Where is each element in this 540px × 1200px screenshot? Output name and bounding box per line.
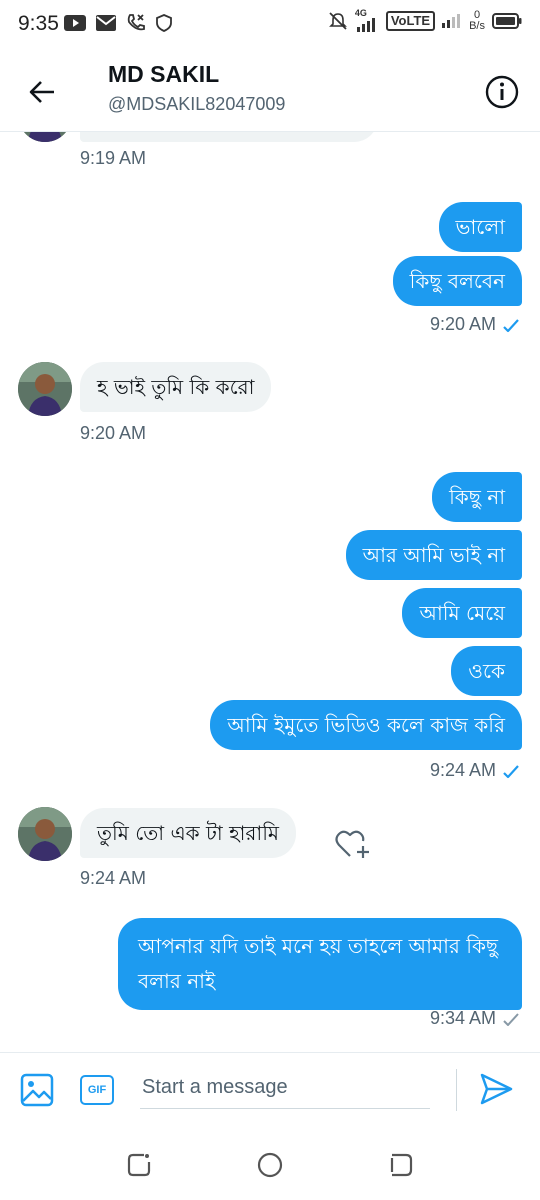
signal-bars-icon	[356, 18, 375, 32]
seen-check-icon	[503, 319, 519, 333]
home-button[interactable]	[255, 1150, 285, 1180]
status-bar: 9:35 4G VoLTE 0 B/s	[0, 0, 540, 50]
composer-divider	[456, 1069, 457, 1111]
avatar[interactable]	[18, 362, 72, 416]
gif-button[interactable]: GIF	[80, 1075, 114, 1105]
info-icon	[485, 75, 519, 109]
image-icon	[20, 1073, 54, 1107]
message-bubble-outgoing[interactable]: ভালো	[438, 202, 522, 252]
youtube-icon	[64, 15, 86, 31]
message-timestamp: 9:24 AM	[429, 760, 496, 780]
recent-apps-icon	[127, 1153, 151, 1177]
system-icons: 4G VoLTE 0 B/s	[328, 8, 522, 32]
speed-unit: B/s	[469, 20, 485, 32]
message-bubble-outgoing[interactable]: আর আমি ভাই না	[345, 530, 522, 580]
status-time: 9:35	[18, 12, 59, 35]
message-bubble-outgoing[interactable]: কিছু বলবেন	[392, 256, 522, 306]
system-navigation-bar	[0, 1128, 540, 1200]
message-bubble-incoming[interactable]: তুমি তো এক টা হারামি	[80, 808, 297, 858]
heart-plus-icon[interactable]	[334, 828, 372, 860]
mute-icon	[328, 12, 347, 30]
message-timestamp: 9:20 AM	[429, 314, 496, 334]
media-button[interactable]	[20, 1073, 54, 1107]
contact-name[interactable]: MD SAKIL	[108, 61, 219, 88]
seen-check-icon	[503, 765, 519, 779]
signal-4g: 4G	[354, 8, 379, 32]
volte-badge: VoLTE	[385, 11, 436, 31]
shield-icon	[156, 14, 172, 32]
message-bubble-incoming[interactable]: হ ভাই তুমি কি করো	[80, 362, 272, 412]
message-composer: GIF	[0, 1052, 540, 1128]
message-timestamp: 9:24 AM	[80, 868, 147, 888]
message-bubble-outgoing[interactable]: আপনার য়দি তাই মনে হয় তাহলে আমার কিছু ব…	[118, 918, 522, 1010]
message-timestamp: 9:34 AM	[429, 1008, 496, 1028]
send-button[interactable]	[478, 1071, 518, 1111]
info-button[interactable]	[482, 72, 522, 112]
message-timestamp: 9:20 AM	[80, 423, 147, 443]
message-bubble-outgoing[interactable]: ওকে	[451, 646, 522, 696]
message-bubble-outgoing[interactable]: কিছু না	[432, 472, 522, 522]
home-icon	[257, 1152, 283, 1178]
message-bubble-outgoing[interactable]: আমি ইমুতে ভিডিও কলে কাজ করি	[210, 700, 522, 750]
send-icon	[480, 1073, 513, 1105]
mail-icon	[96, 15, 116, 31]
sent-check-icon	[503, 1013, 519, 1026]
message-input[interactable]	[140, 1067, 430, 1109]
signal-bars-2-icon	[442, 14, 461, 28]
back-nav-button[interactable]	[386, 1150, 416, 1180]
message-timestamp: 9:19 AM	[80, 148, 147, 168]
message-list[interactable]: 9:19 AM ভালো কিছু বলবেন 9:20 AM হ ভাই তু…	[0, 132, 540, 1052]
missed-call-icon	[127, 14, 145, 31]
avatar[interactable]	[18, 132, 72, 142]
battery-icon	[492, 13, 522, 29]
back-nav-icon	[390, 1153, 413, 1177]
arrow-left-icon	[29, 81, 54, 103]
network-type: 4G	[354, 8, 367, 18]
recent-apps-button[interactable]	[124, 1150, 154, 1180]
notification-icons	[64, 13, 172, 33]
contact-handle[interactable]: @MDSAKIL82047009	[108, 94, 285, 115]
back-button[interactable]	[22, 72, 62, 112]
message-bubble-outgoing[interactable]: আমি মেয়ে	[402, 588, 522, 638]
conversation-header: MD SAKIL @MDSAKIL82047009	[0, 50, 540, 132]
message-bubble-clipped	[80, 132, 378, 142]
network-speed: 0 B/s	[469, 10, 485, 32]
avatar[interactable]	[18, 807, 72, 861]
